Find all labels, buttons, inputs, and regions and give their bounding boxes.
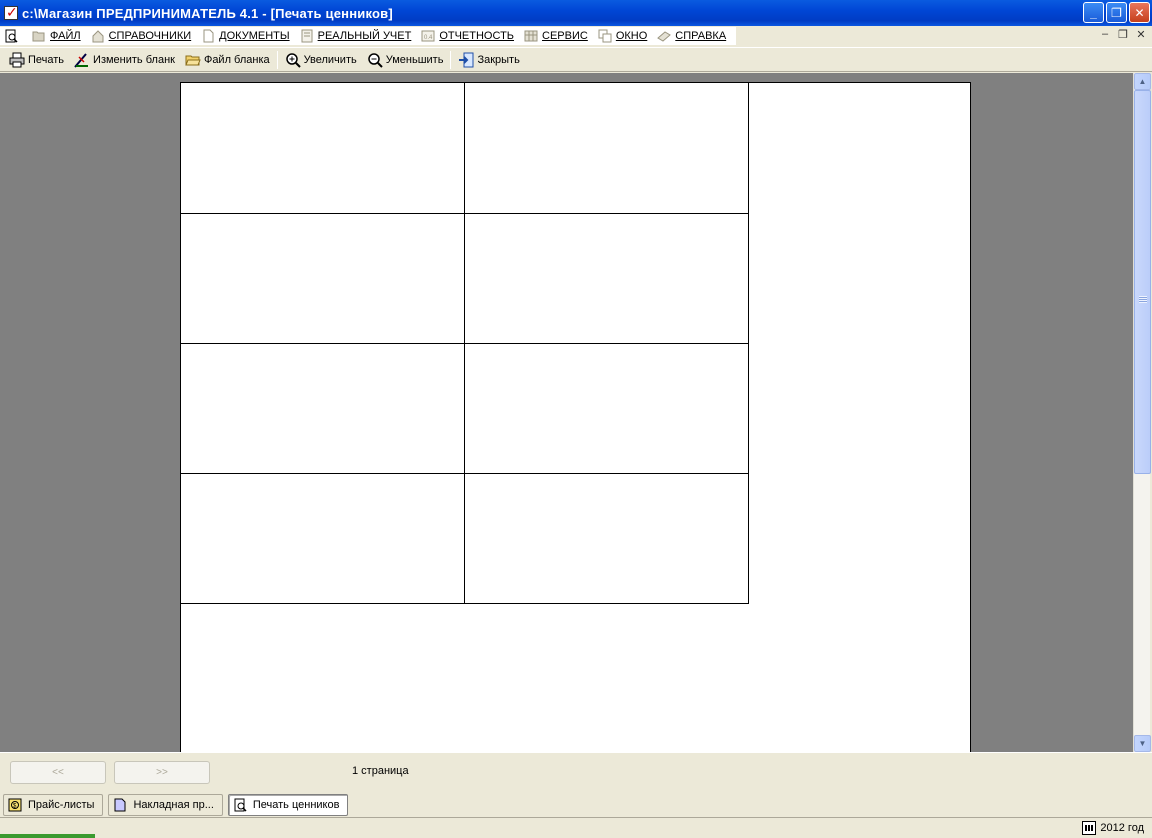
price-list-icon: $ [8,798,22,811]
form-file-label: Файл бланка [203,53,270,66]
window-title: c:\Магазин ПРЕДПРИНИМАТЕЛЬ 4.1 - [Печать… [22,5,393,21]
menu-references-label: СПРАВОЧНИКИ [108,30,192,42]
tab-print-price-tags-label: Печать ценников [252,798,340,811]
scroll-up-button[interactable]: ▲ [1134,73,1151,90]
price-tag-cell [181,473,464,603]
calculator-icon [524,30,538,42]
print-preview-icon [234,798,247,812]
price-tag-cell [464,213,748,343]
price-tag-cell [464,343,748,473]
menu-help[interactable]: СПРАВКА [653,27,732,45]
mdi-restore-button[interactable]: ❐ [1116,28,1130,41]
taskbar-strip [0,834,95,838]
menu-bar: ФАЙЛ СПРАВОЧНИКИ ДОКУМЕНТЫ РЕАЛЬНЫЙ УЧЕТ… [0,26,1152,46]
tab-invoice[interactable]: Накладная пр... [108,793,223,816]
ledger-icon [301,29,313,43]
title-bar: c:\Магазин ПРЕДПРИНИМАТЕЛЬ 4.1 - [Печать… [0,0,1152,26]
menu-file[interactable]: ФАЙЛ [28,27,87,45]
zoom-out-label: Уменьшить [385,53,444,66]
next-page-button[interactable]: >> [114,761,210,784]
menu-real-accounting[interactable]: РЕАЛЬНЫЙ УЧЕТ [296,27,418,45]
price-tag-cell [181,83,464,213]
mdi-minimize-button[interactable]: – [1098,28,1112,41]
document-icon [203,29,214,43]
zoom-in-icon [285,52,301,68]
price-tag-grid [181,83,749,604]
mdi-close-button[interactable]: ✕ [1134,28,1148,41]
page-navigation-bar: << >> 1 страница [0,752,1152,792]
chevron-up-icon: ▲ [1138,77,1147,86]
print-label: Печать [28,53,65,66]
folder-open-icon [32,31,45,42]
maximize-button[interactable]: ❐ [1106,2,1127,23]
menu-documents-label: ДОКУМЕНТЫ [219,30,290,42]
menu-reports-label: ОТЧЕТНОСТЬ [439,30,515,42]
report-icon: 0.4 [421,30,435,42]
close-button[interactable]: Закрыть [453,50,524,70]
mdi-controls: – ❐ ✕ [1098,28,1148,41]
page-count: 1 страница [352,765,409,777]
zoom-in-button[interactable]: Увеличить [280,50,362,70]
price-tag-cell [181,213,464,343]
invoice-icon [114,798,126,811]
svg-text:0.4: 0.4 [424,35,433,41]
menu-window[interactable]: ОКНО [594,27,653,45]
status-bar: 2012 год [0,817,1152,838]
tab-price-lists[interactable]: $ Прайс-листы [3,793,104,816]
tab-invoice-label: Накладная пр... [133,798,214,811]
scroll-thumb[interactable] [1134,90,1151,474]
window-controls: _ ❐ ✕ [1083,2,1150,23]
close-window-button[interactable]: ✕ [1129,2,1150,23]
house-icon [92,30,104,43]
grip-icon [1139,296,1147,303]
menu-documents[interactable]: ДОКУМЕНТЫ [197,27,295,45]
menu-reports[interactable]: 0.4 ОТЧЕТНОСТЬ [417,27,520,45]
menu-window-label: ОКНО [615,30,648,42]
menu-service-label: СЕРВИС [542,30,588,42]
printer-icon [9,52,25,67]
calendar-icon [1082,821,1097,835]
tab-price-lists-label: Прайс-листы [28,798,95,811]
status-year-label: 2012 год [1100,822,1144,834]
toolbar: Печать Изменить бланк Файл бланка Увелич… [0,47,1152,72]
design-tools-icon [74,52,89,68]
edit-form-label: Изменить бланк [93,53,175,66]
minimize-button[interactable]: _ [1083,2,1104,23]
book-icon [657,31,672,42]
toolbar-separator [450,50,452,69]
chevron-down-icon: ▼ [1138,739,1147,748]
menu-file-label: ФАЙЛ [50,30,81,42]
previous-page-button[interactable]: << [10,761,106,784]
folder-open-icon [185,55,201,65]
edit-form-button[interactable]: Изменить бланк [69,50,180,70]
price-tag-cell [464,83,748,213]
form-file-button[interactable]: Файл бланка [180,50,275,70]
zoom-in-label: Увеличить [303,53,357,66]
price-tag-cell [464,473,748,603]
print-button[interactable]: Печать [4,50,69,70]
status-year: 2012 год [1082,821,1144,835]
preview-page [180,82,971,752]
print-preview-icon [5,29,18,43]
zoom-out-icon [367,52,383,68]
toolbar-separator [276,50,278,69]
vertical-scrollbar[interactable]: ▲ ▼ [1133,73,1151,752]
tab-print-price-tags[interactable]: Печать ценников [227,793,349,816]
menu-help-label: СПРАВКА [675,30,727,42]
menu-real-accounting-label: РЕАЛЬНЫЙ УЧЕТ [317,30,412,42]
menu-doc-icon-button[interactable] [0,27,28,45]
exit-icon [459,52,474,67]
scroll-down-button[interactable]: ▼ [1134,735,1151,752]
print-preview-area[interactable] [0,73,1133,752]
menu-references[interactable]: СПРАВОЧНИКИ [87,27,198,45]
menu-service[interactable]: СЕРВИС [520,27,594,45]
price-tag-cell [181,343,464,473]
windows-icon [598,29,612,43]
close-label: Закрыть [477,53,520,66]
app-icon[interactable] [4,4,18,21]
window-tabs: $ Прайс-листы Накладная пр... Печать цен… [0,792,1152,817]
zoom-out-button[interactable]: Уменьшить [362,50,449,70]
